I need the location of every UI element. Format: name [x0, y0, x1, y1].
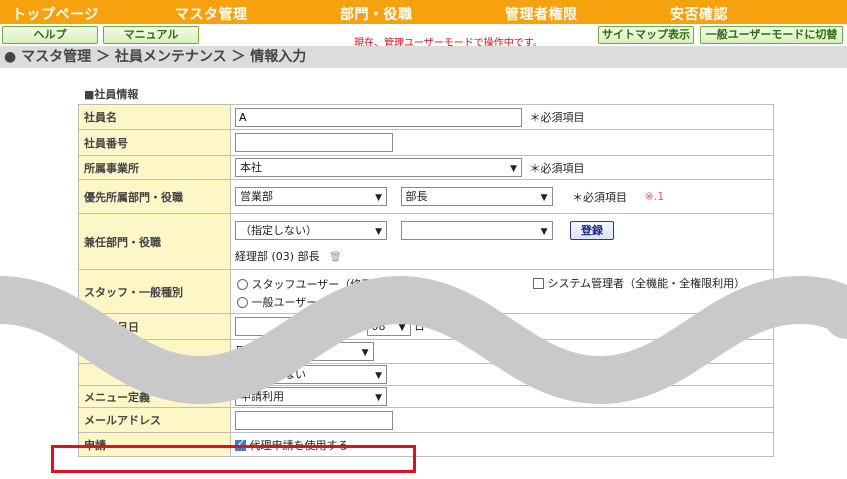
- chevron-down-icon: ▼: [293, 323, 300, 333]
- staff-label: スタッフ・一般種別: [78, 269, 231, 314]
- nav-dept[interactable]: 部門・役職: [340, 4, 413, 24]
- breadcrumb: ● マスタ管理 ＞ 社員メンテナンス ＞ 情報入力: [0, 46, 847, 68]
- office-label: 所属事業所: [78, 155, 231, 180]
- highlight-box: [51, 445, 416, 473]
- row-name: 社員名 ＊必須項目: [78, 104, 774, 130]
- weekday-text: 日曜日: [235, 344, 268, 358]
- nav-master[interactable]: マスタ管理: [175, 4, 248, 24]
- sitemap-button[interactable]: サイトマップ表示: [598, 26, 694, 44]
- employee-form: 社員名 ＊必須項目 社員番号 所属事業所 本社▼ ＊必須項目 優先所属部門・役職…: [78, 104, 774, 457]
- row-office: 所属事業所 本社 ▼ ＊必須項目: [78, 155, 774, 180]
- sub-bar: ヘルプ マニュアル 現在、管理ユーザーモードで操作中です。 サイトマップ表示 一…: [0, 24, 847, 49]
- weekday-select[interactable]: ▼: [273, 342, 374, 361]
- primary-dept-select[interactable]: 営業部 ▼: [235, 187, 387, 206]
- staff-radio[interactable]: [237, 279, 248, 290]
- top-nav: トップページ マスタ管理 部門・役職 管理者権限 安否確認: [0, 0, 847, 24]
- section-title: ■社員情報: [84, 88, 139, 101]
- switch-mode-button[interactable]: 一般ユーザーモードに切替: [700, 26, 843, 44]
- concurrent-entry: 経理部 (03) 部長: [235, 250, 320, 263]
- primary-post-select[interactable]: 部長 ▼: [400, 187, 553, 206]
- unset-select[interactable]: （指定しない ▼: [235, 365, 387, 384]
- nav-safety[interactable]: 安否確認: [670, 4, 728, 24]
- row-staff: スタッフ・一般種別 スタッフユーザー（修正権限なし） システム管理者（全機能・全…: [78, 269, 774, 314]
- chevron-down-icon: ▼: [398, 323, 406, 333]
- office-select[interactable]: 本社 ▼: [235, 158, 522, 177]
- chevron-down-icon: ▼: [375, 393, 382, 403]
- chevron-down-icon: ▼: [540, 227, 548, 237]
- row-concurrent: 兼任部門・役職 （指定しない） ▼ ▼ 登録 経理部 (03) 部長 🗑: [78, 213, 774, 270]
- help-button[interactable]: ヘルプ: [2, 26, 98, 44]
- row-menu: メニュー定義 申請利用 ▼: [78, 385, 774, 408]
- register-button[interactable]: 登録: [570, 221, 614, 240]
- note-mark: ※.1: [644, 189, 665, 203]
- chevron-down-icon: ▼: [375, 193, 382, 203]
- chevron-down-icon: ▼: [375, 371, 382, 381]
- concurrent-dept-select[interactable]: （指定しない） ▼: [235, 221, 387, 240]
- row-join: 入社年月日 ▼ 08 ▼ 月 08 ▼ 日: [78, 313, 774, 340]
- chevron-down-icon: ▼: [375, 227, 382, 237]
- number-input[interactable]: [235, 133, 393, 152]
- join-day-select[interactable]: 08 ▼: [366, 317, 411, 336]
- menu-select[interactable]: 申請利用 ▼: [235, 387, 387, 406]
- chevron-down-icon: ▼: [510, 164, 517, 174]
- row-primary: 優先所属部門・役職 営業部 ▼ 部長 ▼ ＊必須項目 ※.1: [78, 179, 774, 214]
- chevron-down-icon: ▼: [361, 348, 369, 358]
- email-input[interactable]: [235, 410, 393, 430]
- join-year-select[interactable]: ▼: [235, 317, 305, 336]
- name-input[interactable]: [235, 107, 522, 127]
- number-label: 社員番号: [78, 129, 231, 156]
- menu-label: メニュー定義: [78, 385, 231, 408]
- nav-admin[interactable]: 管理者権限: [505, 4, 578, 24]
- name-label: 社員名: [78, 104, 231, 130]
- join-label: 入社年月日: [78, 313, 231, 340]
- sysadmin-checkbox[interactable]: [533, 278, 544, 289]
- row-number: 社員番号: [78, 129, 774, 156]
- staff-option-label: スタッフユーザー（修正権限なし）: [251, 277, 428, 291]
- concurrent-post-select[interactable]: ▼: [400, 221, 553, 240]
- general-radio[interactable]: [237, 297, 248, 308]
- row-email: メールアドレス: [78, 407, 774, 433]
- required-mark: ＊必須項目: [572, 190, 627, 204]
- nav-top-page[interactable]: トップページ: [12, 4, 99, 24]
- concurrent-label: 兼任部門・役職: [78, 213, 231, 270]
- required-mark: ＊必須項目: [529, 161, 585, 175]
- sysadmin-label: システム管理者（全機能・全権限利用）: [547, 276, 746, 290]
- trash-icon[interactable]: 🗑: [329, 252, 342, 263]
- chevron-down-icon: ▼: [336, 323, 344, 333]
- month-unit: 月: [352, 319, 363, 333]
- day-unit: 日: [414, 319, 425, 333]
- email-label: メールアドレス: [78, 407, 231, 433]
- row-unset: （指定しない ▼: [78, 363, 774, 386]
- primary-label: 優先所属部門・役職: [78, 179, 231, 214]
- manual-button[interactable]: マニュアル: [103, 26, 199, 44]
- row-weekday: 日曜日 ▼: [78, 339, 774, 364]
- required-mark: ＊必須項目: [529, 111, 585, 124]
- chevron-down-icon: ▼: [540, 193, 548, 203]
- general-option-label: 一般ユーザー （修正権限あり）: [251, 295, 422, 309]
- join-month-select[interactable]: 08 ▼: [308, 317, 349, 336]
